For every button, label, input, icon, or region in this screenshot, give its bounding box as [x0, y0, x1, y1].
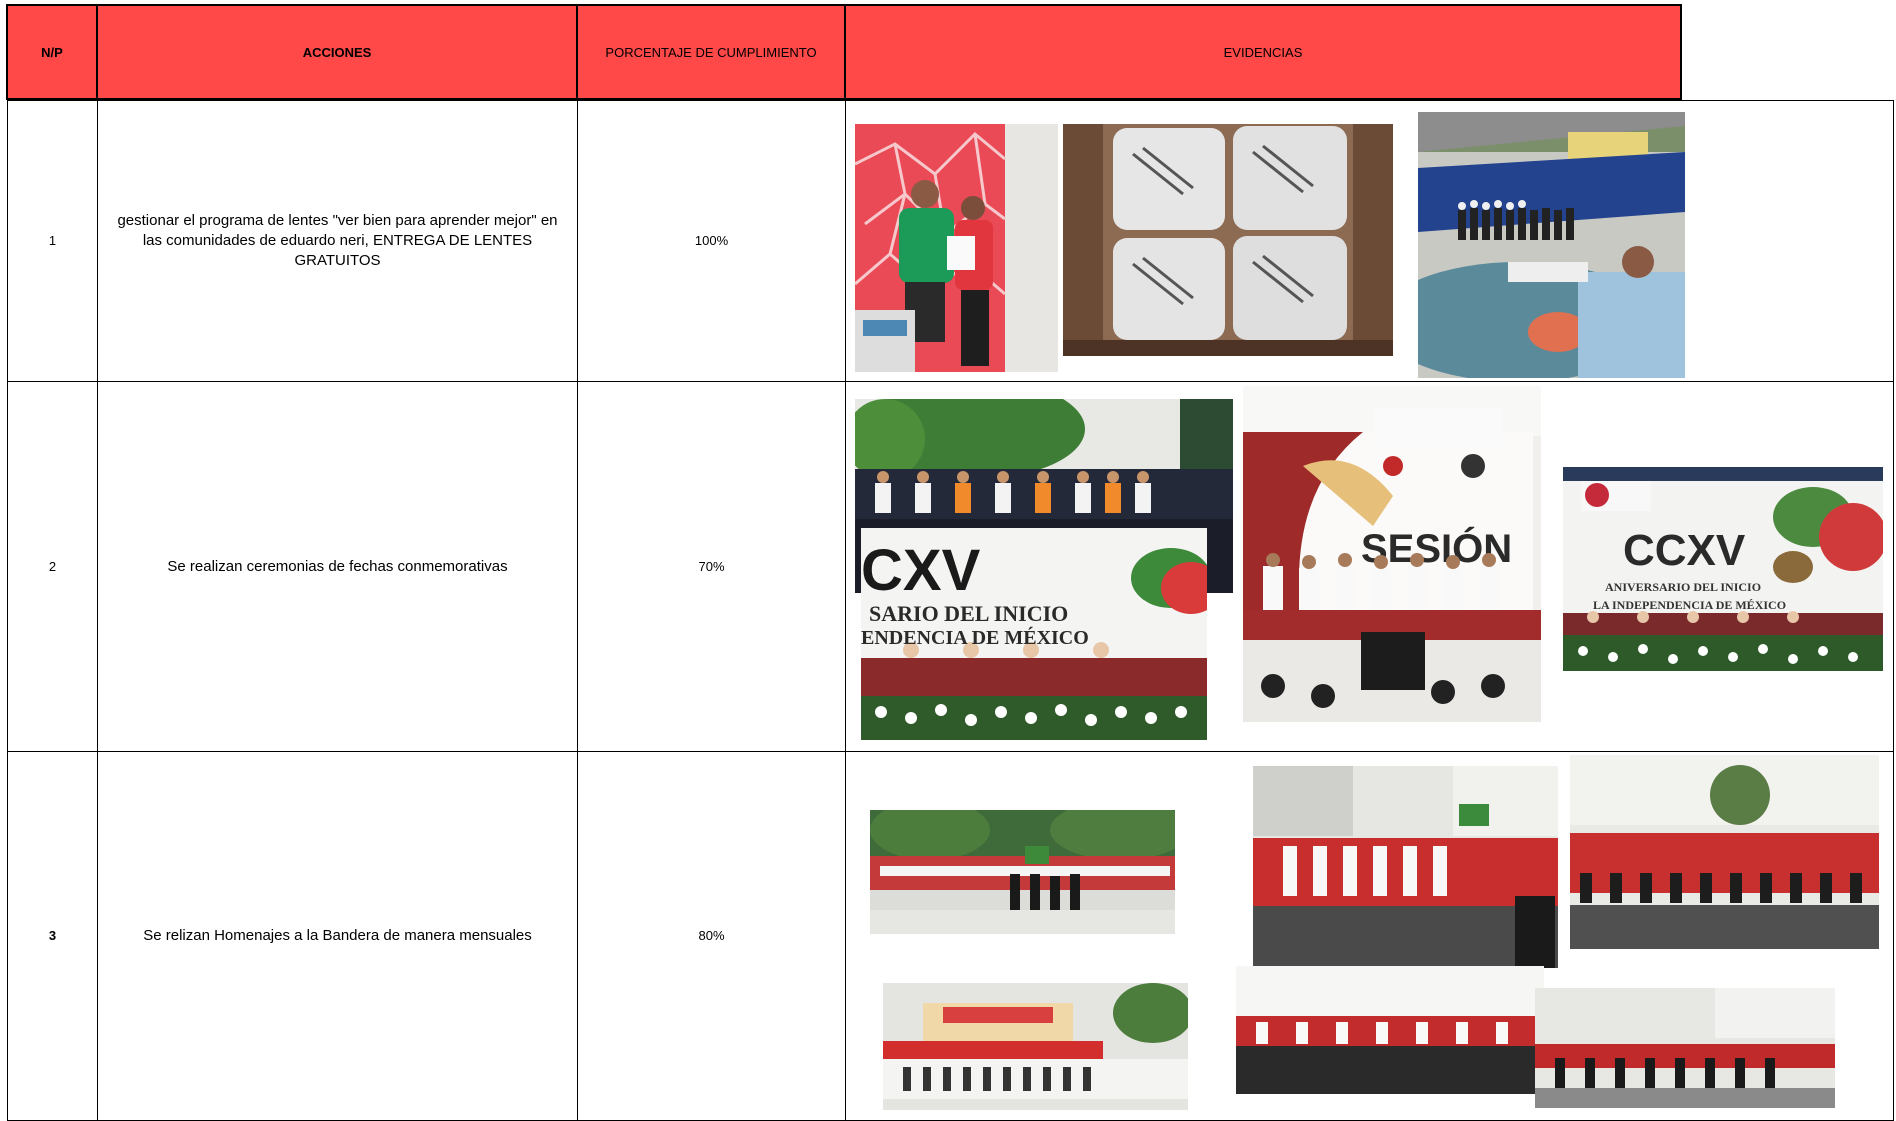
- evidence-photo-lens-packages[interactable]: [1063, 124, 1393, 356]
- header-evidencias[interactable]: EVIDENCIAS: [844, 4, 1682, 100]
- evidence-photo-homenaje-group-2[interactable]: [1570, 755, 1879, 949]
- row-1-np-text: 1: [48, 233, 57, 248]
- evidence-photo-community-event[interactable]: [1418, 112, 1685, 378]
- row-2-porcentaje[interactable]: 70%: [577, 381, 846, 752]
- row-2-accion-text: Se realizan ceremonias de fechas conmemo…: [167, 557, 508, 575]
- svg-text:CCXV: CCXV: [1623, 526, 1746, 575]
- row-2-accion[interactable]: Se realizan ceremonias de fechas conmemo…: [97, 381, 578, 752]
- header-evidencias-label: EVIDENCIAS: [1223, 44, 1303, 60]
- row-1-np[interactable]: 1: [7, 100, 98, 382]
- svg-text:SARIO DEL INICIO: SARIO DEL INICIO: [869, 601, 1068, 626]
- row-2-porcentaje-text: 70%: [698, 558, 725, 574]
- photo-image: CCXV ANIVERSARIO DEL INICIO LA INDEPENDE…: [1563, 467, 1883, 671]
- row-3-accion[interactable]: Se relizan Homenajes a la Bandera de man…: [97, 751, 578, 1121]
- row-3-np[interactable]: 3: [7, 751, 98, 1121]
- row-1-accion[interactable]: gestionar el programa de lentes "ver bie…: [97, 100, 578, 382]
- photo-image: [1570, 755, 1879, 949]
- photo-image: [1535, 988, 1835, 1108]
- row-3-np-text: 3: [48, 928, 57, 943]
- header-acciones-label: ACCIONES: [302, 44, 372, 60]
- row-1-porcentaje-text: 100%: [694, 233, 729, 248]
- header-np-label: N/P: [41, 44, 63, 60]
- photo-image: CXV SARIO DEL INICIO ENDENCIA DE MÉXICO: [861, 528, 1207, 740]
- header-porcentaje-label: PORCENTAJE DE CUMPLIMIENTO: [605, 44, 817, 60]
- photo-image: SESIÓN: [1243, 386, 1541, 722]
- header-porcentaje[interactable]: PORCENTAJE DE CUMPLIMIENTO: [576, 4, 846, 100]
- row-3-porcentaje-text: 80%: [698, 928, 725, 943]
- evidence-photo-cxv-banner[interactable]: CXV SARIO DEL INICIO ENDENCIA DE MÉXICO: [861, 528, 1207, 740]
- header-np[interactable]: N/P: [6, 4, 98, 100]
- svg-text:LA INDEPENDENCIA DE MÉXICO: LA INDEPENDENCIA DE MÉXICO: [1593, 598, 1786, 612]
- evidence-photo-lentes-delivery[interactable]: [855, 124, 1058, 372]
- photo-image: [1063, 124, 1393, 356]
- photo-image: [1253, 766, 1558, 968]
- svg-text:CXV: CXV: [861, 538, 981, 603]
- row-2-np-text: 2: [48, 558, 57, 574]
- photo-image: [1236, 966, 1544, 1094]
- row-1-porcentaje[interactable]: 100%: [577, 100, 846, 382]
- evidence-photo-ccxv-banner[interactable]: CCXV ANIVERSARIO DEL INICIO LA INDEPENDE…: [1563, 467, 1883, 671]
- photo-image: [883, 983, 1188, 1110]
- svg-text:ANIVERSARIO DEL INICIO: ANIVERSARIO DEL INICIO: [1605, 580, 1761, 594]
- header-acciones[interactable]: ACCIONES: [96, 4, 578, 100]
- svg-text:ENDENCIA DE MÉXICO: ENDENCIA DE MÉXICO: [861, 626, 1089, 649]
- spreadsheet-table: N/P ACCIONES PORCENTAJE DE CUMPLIMIENTO …: [0, 0, 1896, 1121]
- evidence-photo-homenaje-group-1[interactable]: [1253, 766, 1558, 968]
- photo-image: [870, 810, 1175, 934]
- evidence-photo-homenaje-flag[interactable]: [1535, 988, 1835, 1108]
- photo-image: [1418, 112, 1685, 378]
- photo-image: [855, 124, 1058, 372]
- evidence-photo-flag-march[interactable]: [870, 810, 1175, 934]
- row-3-porcentaje[interactable]: 80%: [577, 751, 846, 1121]
- evidence-photo-homenaje-line[interactable]: [1236, 966, 1544, 1094]
- row-2-np[interactable]: 2: [7, 381, 98, 752]
- row-1-accion-text: gestionar el programa de lentes "ver bie…: [117, 212, 558, 269]
- evidence-photo-stage-outdoor[interactable]: [883, 983, 1188, 1110]
- evidence-photo-sesion-stage[interactable]: SESIÓN: [1243, 386, 1541, 722]
- row-3-accion-text: Se relizan Homenajes a la Bandera de man…: [143, 927, 532, 944]
